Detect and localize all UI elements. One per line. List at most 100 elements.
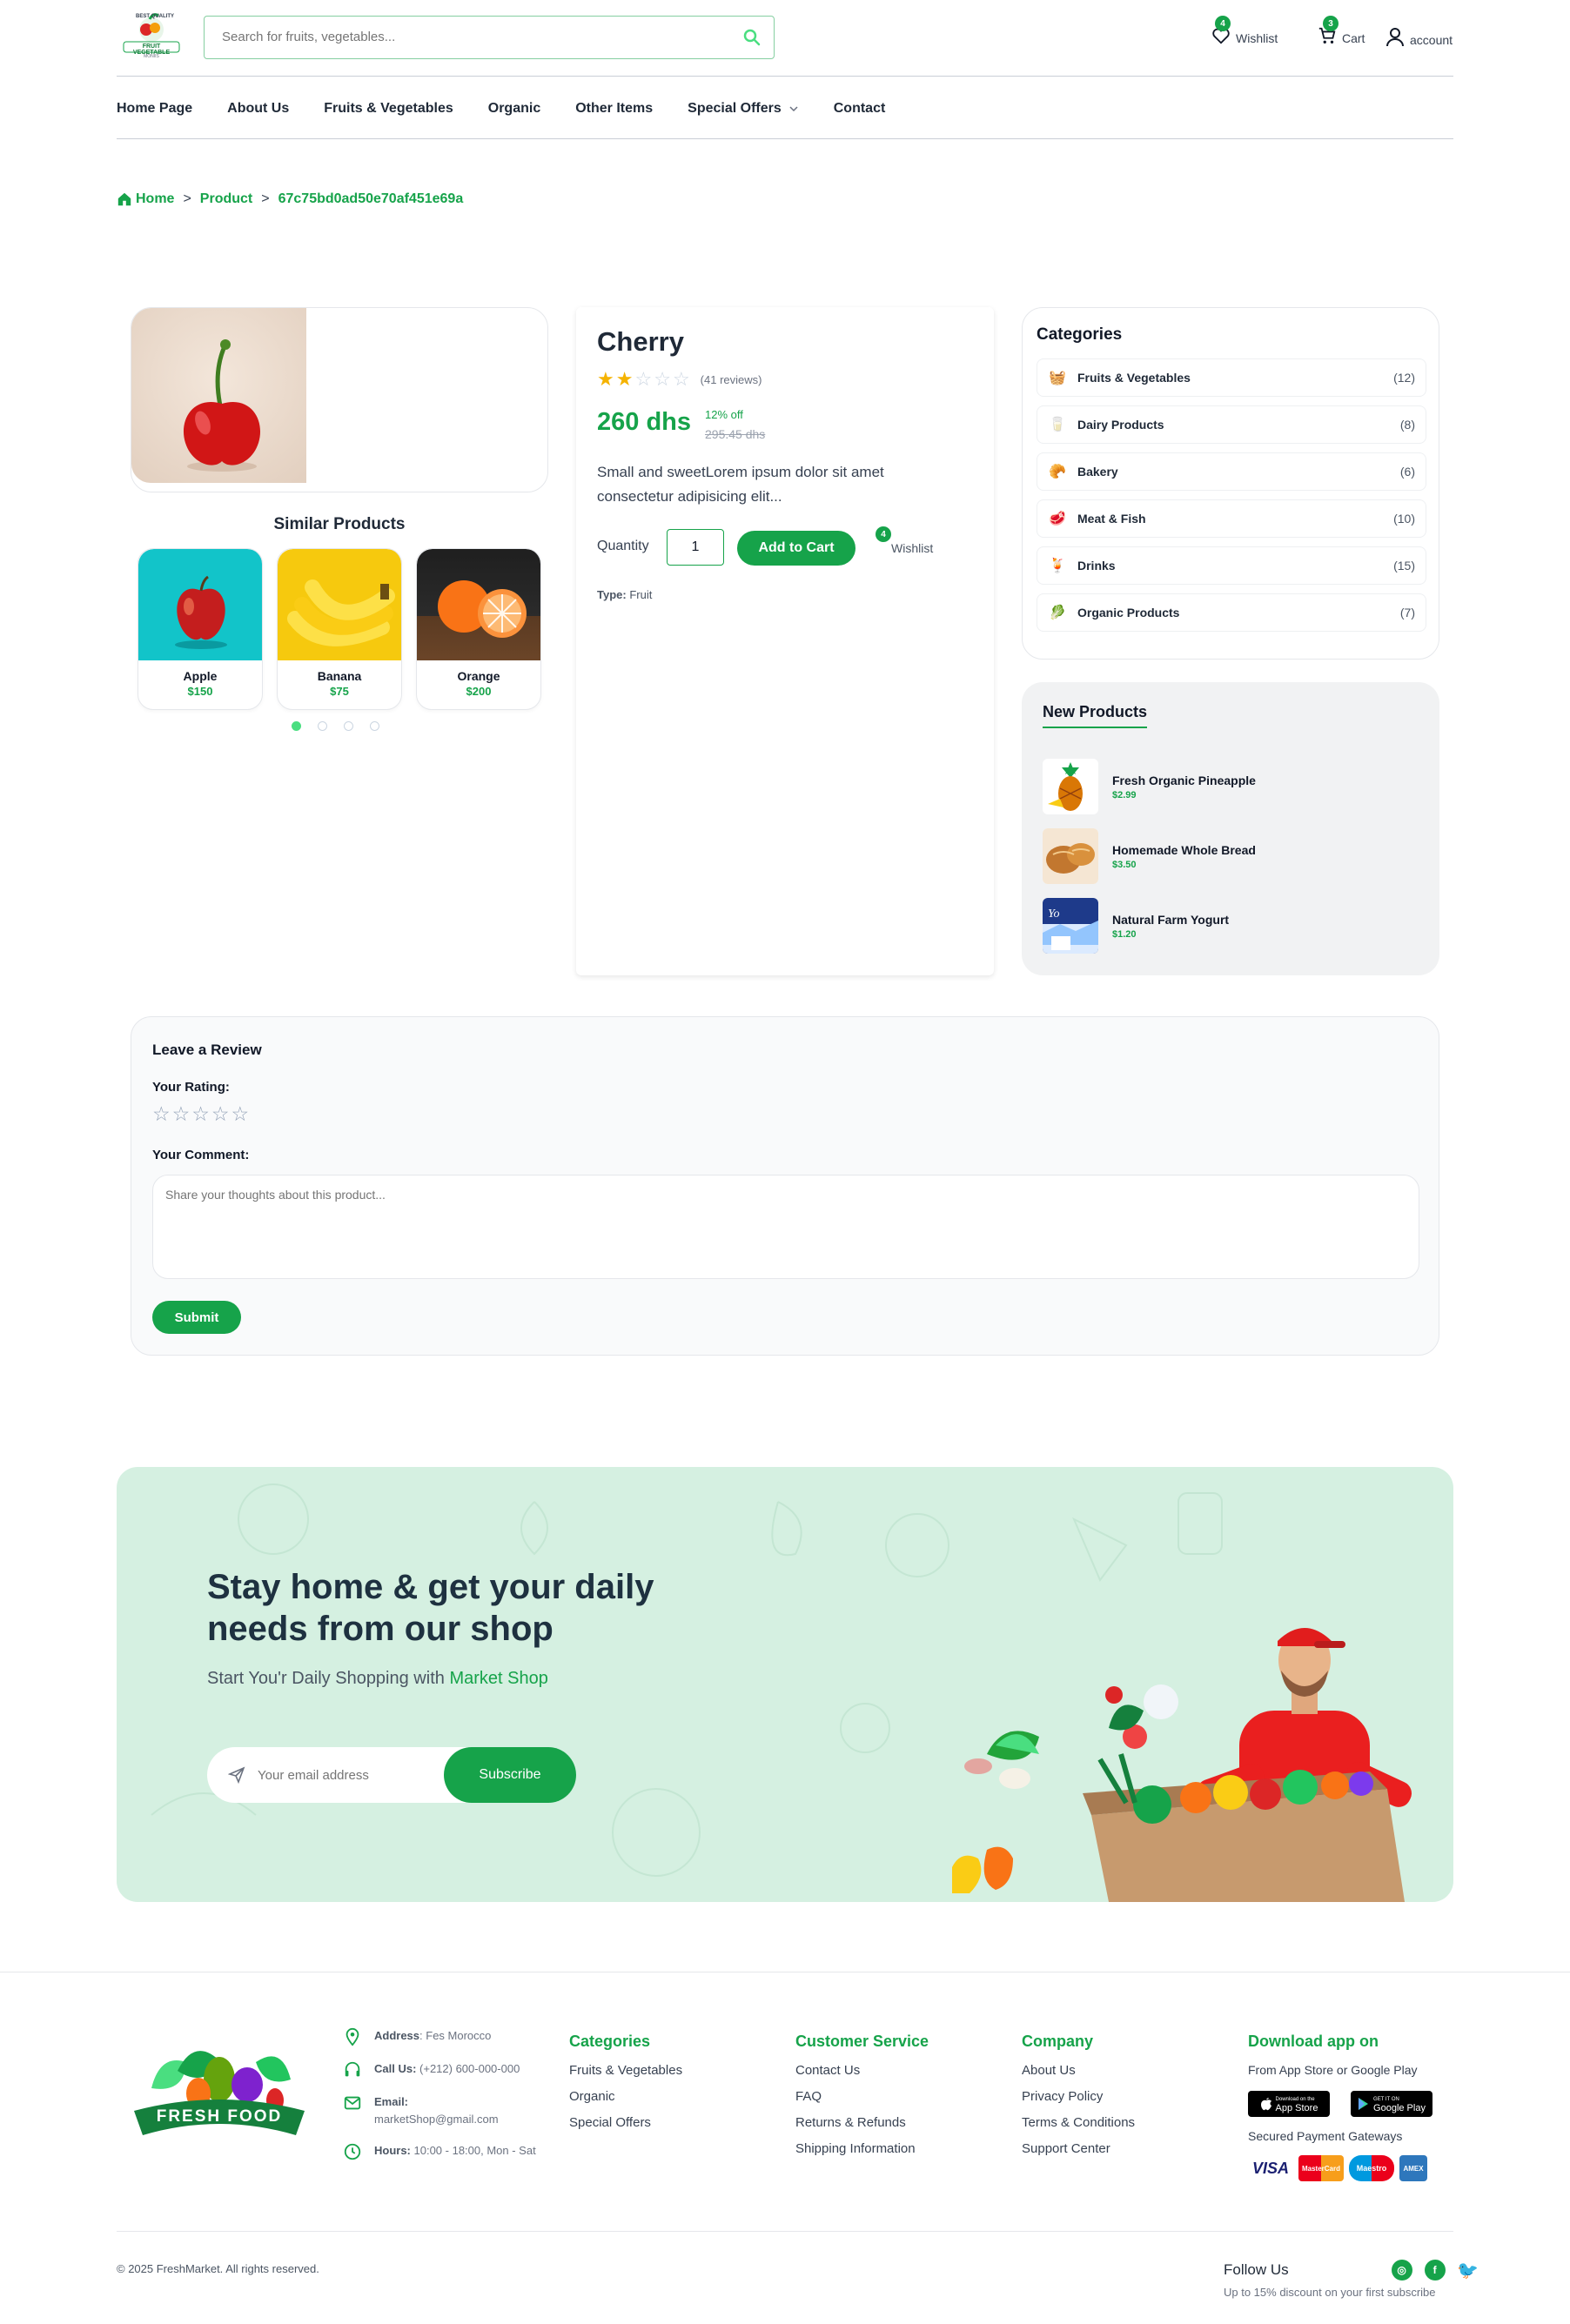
cart-link[interactable]: 3 Cart <box>1318 16 1365 45</box>
facebook-icon[interactable]: f <box>1424 2260 1446 2280</box>
email-input[interactable] <box>258 1763 432 1787</box>
star-empty-icon[interactable]: ☆ <box>211 1102 231 1125</box>
breadcrumb-separator: > <box>261 191 270 206</box>
footer-link[interactable]: Privacy Policy <box>1022 2089 1135 2104</box>
email-value[interactable]: marketShop@gmail.com <box>374 2113 499 2126</box>
add-to-cart-button[interactable]: Add to Cart <box>737 531 855 566</box>
amex-icon: AMEX <box>1399 2155 1427 2181</box>
star-empty-icon[interactable]: ☆ <box>172 1102 192 1125</box>
similar-product-card[interactable]: Apple $150 <box>138 548 263 710</box>
category-item[interactable]: 🍹 Drinks (15) <box>1037 546 1426 585</box>
category-count: (10) <box>1393 512 1415 526</box>
footer-link[interactable]: Returns & Refunds <box>795 2115 929 2130</box>
product-name: Banana <box>317 669 362 683</box>
map-pin-icon <box>343 2027 362 2046</box>
nav-home[interactable]: Home Page <box>117 101 192 117</box>
new-product-item[interactable]: Homemade Whole Bread $3.50 <box>1043 828 1256 884</box>
product-price: $75 <box>330 685 349 698</box>
footer-service-title: Customer Service <box>795 2033 929 2050</box>
user-icon <box>1385 26 1405 47</box>
footer-app: Download app on From App Store or Google… <box>1248 2033 1453 2181</box>
breadcrumb-home-label: Home <box>136 191 175 206</box>
similar-products-title: Similar Products <box>273 515 406 533</box>
category-item[interactable]: 🥐 Bakery (6) <box>1037 452 1426 491</box>
footer-logo-text: FRESH FOOD <box>156 2107 283 2126</box>
new-product-item[interactable]: Yo Natural Farm Yogurt $1.20 <box>1043 898 1229 954</box>
footer-app-title: Download app on <box>1248 2033 1379 2050</box>
maestro-icon: Maestro <box>1349 2155 1394 2181</box>
product-price: $3.50 <box>1112 859 1137 870</box>
review-form: Leave a Review Your Rating: ☆☆☆☆☆ Your C… <box>131 1016 1439 1356</box>
star-empty-icon[interactable]: ☆ <box>152 1102 172 1125</box>
star-empty-icon[interactable]: ☆ <box>191 1102 211 1125</box>
footer-link[interactable]: Terms & Conditions <box>1022 2115 1135 2130</box>
category-item[interactable]: 🥩 Meat & Fish (10) <box>1037 499 1426 538</box>
footer-logo[interactable]: FRESH FOOD <box>125 2027 313 2158</box>
new-product-item[interactable]: Fresh Organic Pineapple $2.99 <box>1043 759 1256 814</box>
rating-label: Your Rating: <box>152 1080 230 1095</box>
category-item[interactable]: 🥬 Organic Products (7) <box>1037 593 1426 632</box>
carousel-dot[interactable] <box>370 721 379 731</box>
category-item[interactable]: 🥛 Dairy Products (8) <box>1037 405 1426 444</box>
star-empty-icon[interactable]: ☆ <box>231 1102 252 1125</box>
footer-link[interactable]: Fruits & Vegetables <box>569 2063 682 2078</box>
search-input[interactable] <box>222 17 727 57</box>
footer-link[interactable]: Contact Us <box>795 2063 929 2078</box>
contact-email: Email: marketShop@gmail.com <box>343 2093 543 2128</box>
categories-title: Categories <box>1037 325 1123 344</box>
nav-organic[interactable]: Organic <box>488 101 540 117</box>
nav-special-offers[interactable]: Special Offers <box>688 101 799 117</box>
google-play-icon <box>1358 2097 1370 2111</box>
google-play-badge[interactable]: GET IT ON Google Play <box>1351 2091 1432 2117</box>
similar-product-card[interactable]: Banana $75 <box>277 548 402 710</box>
review-count[interactable]: (41 reviews) <box>701 373 762 386</box>
nav-about[interactable]: About Us <box>227 101 289 117</box>
comment-textarea[interactable] <box>152 1175 1419 1279</box>
app-store-text: App Store <box>1275 2103 1318 2113</box>
footer-link[interactable]: Shipping Information <box>795 2141 929 2156</box>
breadcrumb-home[interactable]: Home <box>117 191 174 207</box>
address-label: Address <box>374 2029 420 2042</box>
wishlist-label[interactable]: Wishlist <box>876 541 933 555</box>
carousel-dot[interactable] <box>292 721 301 731</box>
old-price: 295.45 dhs <box>705 427 766 441</box>
subscribe-button[interactable]: Subscribe <box>444 1747 576 1803</box>
carousel-dot[interactable] <box>318 721 327 731</box>
mail-icon <box>343 2093 362 2113</box>
twitter-icon[interactable]: 🐦 <box>1457 2260 1479 2280</box>
category-count: (8) <box>1399 418 1415 432</box>
similar-product-card[interactable]: Orange $200 <box>416 548 541 710</box>
follow-label: Follow Us <box>1224 2261 1289 2278</box>
newsletter-banner: Stay home & get your daily needs from ou… <box>117 1467 1453 1902</box>
nav-fruits-vegetables[interactable]: Fruits & Vegetables <box>324 101 453 117</box>
footer-link[interactable]: About Us <box>1022 2063 1135 2078</box>
wishlist-link[interactable]: 4 Wishlist <box>1211 16 1278 45</box>
account-link[interactable]: account <box>1385 26 1453 47</box>
nav-contact[interactable]: Contact <box>834 101 886 117</box>
discount-badge: 12% off <box>705 408 743 421</box>
site-logo[interactable]: BEST QUALITY FRUIT VEGETABLE MONIIS <box>120 10 183 63</box>
call-value[interactable]: (+212) 600-000-000 <box>416 2062 520 2075</box>
product-image[interactable] <box>131 308 306 483</box>
carousel-dot[interactable] <box>344 721 353 731</box>
submit-review-button[interactable]: Submit <box>152 1301 241 1334</box>
comment-label: Your Comment: <box>152 1148 250 1162</box>
star-filled-icon: ★ <box>597 368 614 390</box>
footer-link[interactable]: Support Center <box>1022 2141 1135 2156</box>
milk-icon: 🥛 <box>1049 418 1066 432</box>
quantity-input[interactable] <box>667 529 724 566</box>
footer-link[interactable]: Special Offers <box>569 2115 682 2130</box>
search-icon[interactable] <box>742 28 762 47</box>
footer-link[interactable]: FAQ <box>795 2089 929 2104</box>
breadcrumb-product[interactable]: Product <box>200 191 252 207</box>
nav-other-items[interactable]: Other Items <box>575 101 653 117</box>
instagram-icon[interactable]: ◎ <box>1391 2260 1412 2280</box>
app-store-badge[interactable]: Download on the App Store <box>1248 2091 1330 2117</box>
footer-link[interactable]: Organic <box>569 2089 682 2104</box>
banner-subtitle-highlight: Market Shop <box>449 1669 548 1688</box>
delivery-man-illustration <box>952 1628 1412 1902</box>
category-item[interactable]: 🧺 Fruits & Vegetables (12) <box>1037 358 1426 397</box>
cart-icon: 3 <box>1318 16 1339 45</box>
category-name: Drinks <box>1077 559 1116 573</box>
product-thumbnail: Yo <box>1043 898 1098 954</box>
